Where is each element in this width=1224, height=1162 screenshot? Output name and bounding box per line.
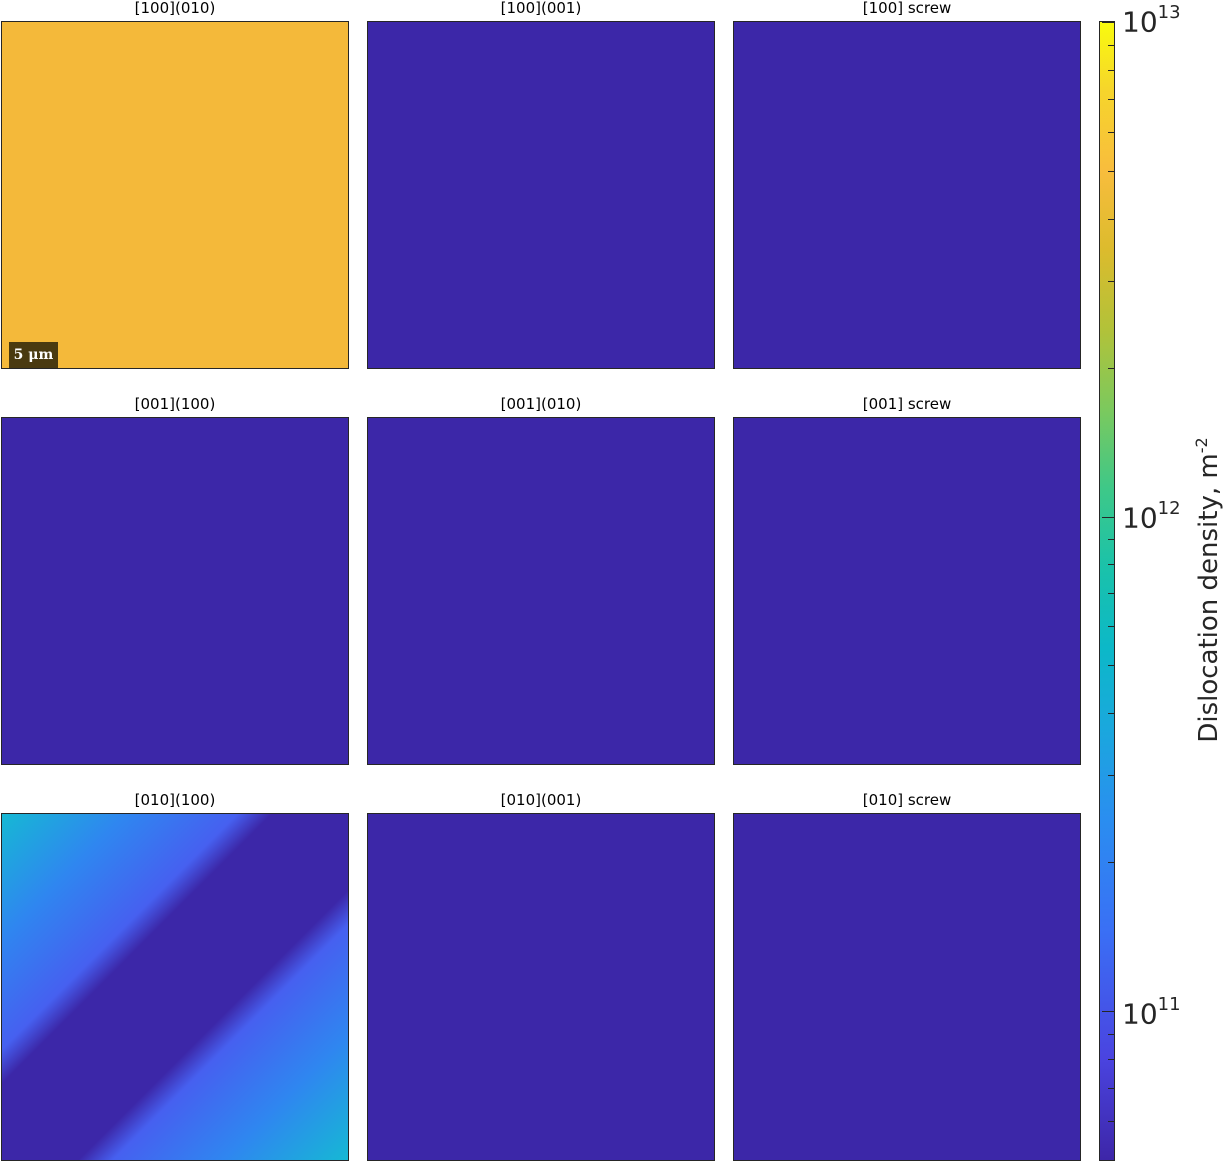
colorbar-major-tick	[1102, 22, 1114, 23]
colorbar-minor-tick	[1108, 1121, 1114, 1122]
panel-title: [001](010)	[500, 395, 582, 413]
panel-map	[367, 813, 715, 1161]
panel-title: [100](010)	[134, 0, 216, 17]
panel-title: [010](001)	[500, 791, 582, 809]
colorbar-minor-tick	[1108, 171, 1114, 172]
panel-title: [100](001)	[500, 0, 582, 17]
colorbar-minor-tick	[1108, 1059, 1114, 1060]
panel-map: 5 μm	[1, 21, 349, 369]
tick-base: 10	[1122, 501, 1158, 535]
colorbar-minor-tick	[1108, 1088, 1114, 1089]
colorbar-major-tick	[1102, 517, 1114, 518]
colorbar-minor-tick	[1108, 70, 1114, 71]
colorbar-minor-tick	[1108, 665, 1114, 666]
tick-exponent: 12	[1157, 498, 1181, 519]
tick-base: 10	[1122, 997, 1158, 1031]
panel-map	[367, 417, 715, 765]
panel-map	[733, 813, 1081, 1161]
tick-exponent: 11	[1157, 994, 1181, 1015]
colorbar-minor-tick	[1108, 281, 1114, 282]
colorbar-minor-tick	[1108, 99, 1114, 100]
panel-map	[1, 417, 349, 765]
colorbar-label-text: Dislocation density, m	[1193, 453, 1224, 743]
panel-title: [001] screw	[862, 395, 952, 413]
scale-bar: 5 μm	[9, 342, 58, 368]
colorbar-minor-tick	[1108, 713, 1114, 714]
colorbar-minor-tick	[1108, 775, 1114, 776]
colorbar-minor-tick	[1108, 862, 1114, 863]
colorbar-minor-tick	[1108, 1034, 1114, 1035]
scale-bar-label: 5 μm	[13, 347, 54, 363]
panel-map	[1, 813, 349, 1161]
panel-title: [010] screw	[862, 791, 952, 809]
colorbar-minor-tick	[1108, 626, 1114, 627]
colorbar-minor-tick	[1108, 219, 1114, 220]
colorbar-minor-tick	[1108, 45, 1114, 46]
panel-title: [010](100)	[134, 791, 216, 809]
colorbar-major-tick	[1102, 1011, 1114, 1012]
colorbar-tick-label: 1012	[1122, 498, 1181, 532]
panel-title: [100] screw	[862, 0, 952, 17]
colorbar-minor-tick	[1108, 539, 1114, 540]
colorbar-minor-tick	[1108, 1160, 1114, 1161]
colorbar-tick-label: 1011	[1122, 994, 1181, 1028]
colorbar-axis-label: Dislocation density, m-2	[1192, 437, 1224, 742]
colorbar-minor-tick	[1108, 132, 1114, 133]
tick-base: 10	[1122, 5, 1158, 39]
colorbar-minor-tick	[1108, 593, 1114, 594]
tick-exponent: 13	[1157, 2, 1181, 23]
panel-map	[733, 21, 1081, 369]
colorbar-label-exponent: -2	[1192, 437, 1212, 454]
panel-map	[367, 21, 715, 369]
colorbar-minor-tick	[1108, 368, 1114, 369]
panel-title: [001](100)	[134, 395, 216, 413]
colorbar	[1099, 21, 1115, 1161]
panel-map	[733, 417, 1081, 765]
colorbar-minor-tick	[1108, 564, 1114, 565]
colorbar-tick-label: 1013	[1122, 2, 1181, 36]
